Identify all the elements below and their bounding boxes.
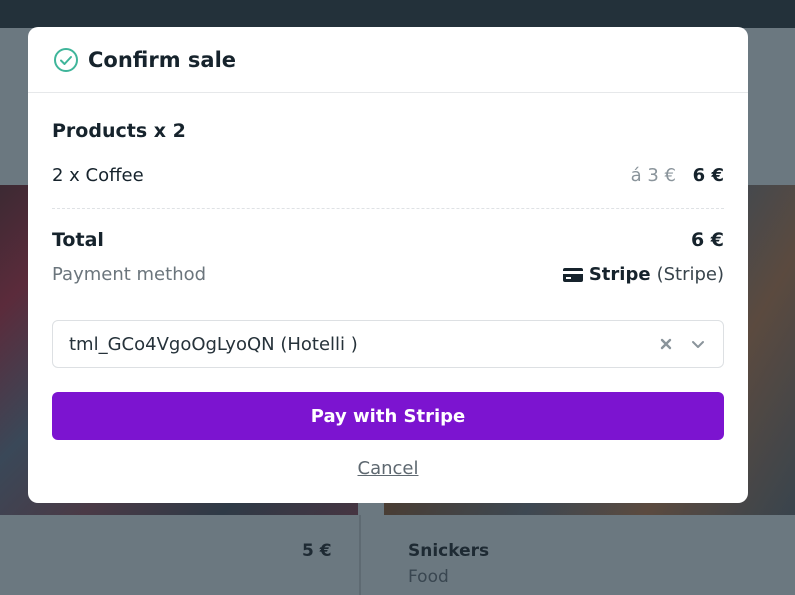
total-value: 6 €: [690, 229, 724, 251]
payment-method-name: Stripe: [588, 264, 651, 285]
payment-method-label: Payment method: [52, 264, 207, 285]
line-item-name: 2 x Coffee: [52, 165, 144, 186]
product-tile-category: Food: [408, 567, 449, 587]
payment-method-value: Stripe (Stripe): [562, 264, 724, 285]
dialog-title: Confirm sale: [88, 47, 237, 72]
products-heading: Products x 2: [52, 120, 186, 142]
line-item-total: 6 €: [692, 165, 724, 186]
line-item-unit-price: á 3 €: [630, 165, 676, 186]
payment-method-detail: (Stripe): [656, 264, 724, 285]
cancel-link[interactable]: Cancel: [28, 458, 748, 479]
credit-card-icon: [562, 267, 583, 282]
tile-divider: [359, 515, 361, 595]
confirm-sale-dialog: Confirm sale Products x 2 2 x Coffee á 3…: [28, 27, 748, 503]
product-tile-name[interactable]: Snickers: [408, 541, 489, 561]
terminal-select-value[interactable]: tml_GCo4VgoOgLyoQN (Hotelli ): [69, 334, 657, 355]
product-tile-price[interactable]: 5 €: [302, 541, 332, 561]
product-tile-footer: [0, 515, 795, 595]
divider: [52, 208, 724, 209]
dialog-header: Confirm sale: [28, 27, 748, 93]
pay-with-stripe-button[interactable]: Pay with Stripe: [52, 392, 724, 440]
terminal-select[interactable]: tml_GCo4VgoOgLyoQN (Hotelli ): [52, 320, 724, 368]
app-topbar: [0, 0, 795, 28]
check-circle-icon: [54, 47, 78, 72]
clear-x-icon[interactable]: [657, 335, 675, 353]
chevron-down-icon[interactable]: [689, 335, 707, 353]
total-label: Total: [52, 229, 104, 251]
